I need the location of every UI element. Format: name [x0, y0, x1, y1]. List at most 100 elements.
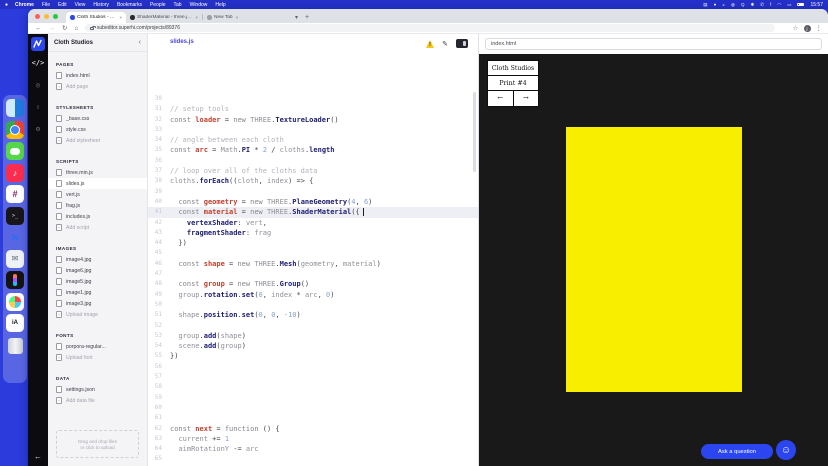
open-file-tab[interactable]: slides.js [170, 39, 194, 45]
add-item-button[interactable]: +Add data file [48, 395, 147, 406]
file-item-image3-jpg[interactable]: image3.jpg [48, 298, 147, 309]
file-item-porpora-regular-[interactable]: porpora-regular... [48, 341, 147, 352]
file-item-image1-jpg[interactable]: image1.jpg [48, 287, 147, 298]
code-line[interactable]: 30 [148, 94, 478, 104]
back-icon[interactable]: ← [35, 25, 42, 32]
dock-chrome-icon[interactable] [6, 121, 24, 139]
code-line[interactable]: 60 [148, 403, 478, 413]
menubar-status-icon[interactable]: ◒ [722, 2, 725, 7]
apple-menu-icon[interactable]: ● [5, 2, 8, 8]
menubar-status-icon[interactable]: ✱ [750, 2, 754, 8]
menu-item-window[interactable]: Window [190, 2, 208, 8]
code-line[interactable]: 57 [148, 372, 478, 382]
minimize-window-button[interactable] [44, 14, 49, 19]
code-line[interactable]: 33 [148, 125, 478, 135]
code-line[interactable]: 31// setup tools [148, 104, 478, 114]
profile-avatar[interactable]: j [804, 25, 811, 32]
dock-trash-icon[interactable] [8, 338, 23, 354]
add-item-button[interactable]: +Upload image [48, 309, 147, 320]
file-item--base-css[interactable]: _base.css [48, 113, 147, 124]
tab-close-icon[interactable]: × [195, 15, 198, 20]
dock-terminal-icon[interactable]: >_ [6, 207, 24, 225]
menu-item-view[interactable]: View [75, 2, 86, 8]
code-line[interactable]: 49 group.rotation.set(0, index * arc, 0) [148, 290, 478, 300]
code-line[interactable]: 38cloths.forEach((cloth, index) => { [148, 176, 478, 186]
dock-finder-icon[interactable] [6, 99, 24, 117]
menu-item-people[interactable]: People [150, 2, 166, 8]
code-line[interactable]: 64 aimRotationY -= arc [148, 444, 478, 454]
menu-item-file[interactable]: File [42, 2, 50, 8]
dock-x-icon[interactable]: × [6, 228, 24, 246]
code-line[interactable]: 41 const material = new THREE.ShaderMate… [148, 207, 478, 217]
code-line[interactable]: 51 shape.position.set(0, 0, -10) [148, 310, 478, 320]
code-line[interactable]: 47 [148, 269, 478, 279]
dock-mail-icon[interactable]: ✉ [6, 250, 24, 268]
code-line[interactable]: 44 }) [148, 238, 478, 248]
add-item-button[interactable]: +Upload font [48, 352, 147, 363]
file-dropzone[interactable]: Drag and drop files or click to upload [56, 430, 139, 458]
code-line[interactable]: 37// loop over all of the cloths data [148, 166, 478, 176]
browser-tab-1[interactable]: Cloth Studios - SuperHi× [66, 12, 126, 24]
code-line[interactable]: 63 current += 1 [148, 434, 478, 444]
forward-icon[interactable]: → [49, 25, 56, 32]
code-line[interactable]: 59 [148, 393, 478, 403]
code-line[interactable]: 43 fragmentShader: frag [148, 228, 478, 238]
upload-icon[interactable]: ⇧ [36, 102, 40, 112]
code-line[interactable]: 42 vertexShader: vert, [148, 218, 478, 228]
tab-close-icon[interactable]: × [236, 15, 239, 20]
url-bar[interactable]: subeditor.superhi.com/projects/89376 [85, 24, 775, 32]
menubar-status-icon[interactable]: f [770, 2, 771, 7]
file-item-slides-js[interactable]: slides.js [48, 178, 147, 189]
back-to-dashboard-icon[interactable]: ← [28, 452, 48, 461]
zoom-window-button[interactable] [53, 14, 58, 19]
code-line[interactable]: 36 [148, 156, 478, 166]
close-window-button[interactable] [35, 14, 40, 19]
code-line[interactable]: 35const arc = Math.PI * 2 / cloths.lengt… [148, 145, 478, 155]
file-item-frag-js[interactable]: frag.js [48, 200, 147, 211]
code-line[interactable]: 53 group.add(shape) [148, 331, 478, 341]
prev-arrow-button[interactable]: ← [488, 91, 514, 106]
code-line[interactable]: 34// angle between each cloth [148, 135, 478, 145]
menubar-status-icon[interactable]: ◍ [731, 2, 735, 8]
dock-figma-icon[interactable] [6, 271, 24, 289]
reload-icon[interactable]: ↻ [62, 24, 67, 32]
tab-close-icon[interactable]: × [119, 15, 122, 20]
warning-icon[interactable]: ! [426, 40, 434, 48]
superhi-logo[interactable] [31, 37, 45, 51]
menu-item-edit[interactable]: Edit [58, 2, 67, 8]
menubar-status-icon[interactable]: ▤ [703, 2, 707, 8]
code-line[interactable]: 50 [148, 300, 478, 310]
file-item-image4-jpg[interactable]: image4.jpg [48, 254, 147, 265]
file-item-includes-js[interactable]: includes.js [48, 211, 147, 222]
tidy-code-wand-icon[interactable]: ✎ [442, 40, 448, 48]
menu-item-help[interactable]: Help [215, 2, 225, 8]
ask-question-button[interactable]: Ask a question [701, 444, 773, 459]
code-line[interactable]: 55}) [148, 351, 478, 361]
editor-scrollbar[interactable] [473, 92, 476, 172]
browser-tab-2[interactable]: ShaderMaterial - three.js docs× [126, 12, 202, 24]
dock-music-icon[interactable]: ♪ [6, 164, 24, 182]
menubar-status-icon[interactable]: ◠ [777, 2, 781, 8]
home-icon[interactable]: ⌂ [74, 25, 78, 32]
dock-messages-icon[interactable] [6, 142, 24, 160]
code-line[interactable]: 40 const geometry = new THREE.PlaneGeome… [148, 197, 478, 207]
code-line[interactable]: 45 [148, 248, 478, 258]
dock-pinwheel-icon[interactable] [6, 293, 24, 311]
code-line[interactable]: 54 scene.add(group) [148, 341, 478, 351]
dock-slack-icon[interactable]: # [6, 185, 24, 203]
preview-eye-icon[interactable]: ◎ [36, 80, 40, 90]
file-item-image6-jpg[interactable]: image6.jpg [48, 265, 147, 276]
add-item-button[interactable]: +Add page [48, 81, 147, 92]
code-panel-icon[interactable]: </> [32, 58, 45, 68]
code-line[interactable]: 62const next = function () { [148, 424, 478, 434]
code-line[interactable]: 46 const shape = new THREE.Mesh(geometry… [148, 259, 478, 269]
menu-item-tab[interactable]: Tab [174, 2, 182, 8]
menu-item-history[interactable]: History [93, 2, 109, 8]
bookmark-star-icon[interactable]: ☆ [793, 24, 799, 32]
menu-item-bookmarks[interactable]: Bookmarks [117, 2, 142, 8]
add-item-button[interactable]: +Add stylesheet [48, 135, 147, 146]
tab-search-caret-icon[interactable]: ▾ [295, 14, 298, 21]
file-item-style-css[interactable]: style.css [48, 124, 147, 135]
menubar-status-icon[interactable]: ▭ [787, 2, 791, 8]
code-line[interactable]: 56 [148, 362, 478, 372]
